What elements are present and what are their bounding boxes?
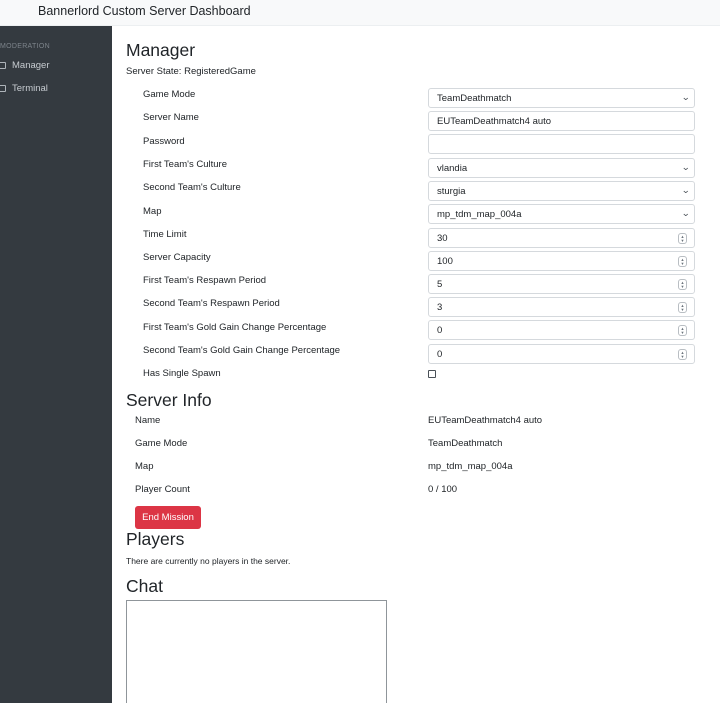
time-limit-label: Time Limit bbox=[143, 229, 187, 240]
sidebar: MODERATION Manager Terminal bbox=[0, 26, 112, 703]
info-game-mode-label: Game Mode bbox=[135, 438, 188, 449]
sidebar-item-label: Manager bbox=[12, 59, 50, 71]
players-empty-message: There are currently no players in the se… bbox=[126, 556, 291, 566]
chat-textarea[interactable] bbox=[126, 600, 387, 703]
info-game-mode-value: TeamDeathmatch bbox=[428, 438, 503, 449]
chevron-down-icon: ⌄ bbox=[681, 92, 691, 102]
spinner-icon[interactable]: ▲ ▼ bbox=[678, 302, 687, 313]
single-spawn-checkbox[interactable] bbox=[428, 370, 436, 378]
second-team-culture-label: Second Team's Culture bbox=[143, 182, 241, 193]
server-capacity-label: Server Capacity bbox=[143, 252, 211, 263]
sidebar-heading: MODERATION bbox=[0, 43, 50, 50]
chevron-down-icon: ⌄ bbox=[681, 208, 691, 218]
chevron-down-icon: ⌄ bbox=[681, 162, 691, 172]
sidebar-item-terminal[interactable]: Terminal bbox=[0, 80, 48, 96]
server-info-title: Server Info bbox=[126, 390, 212, 410]
info-name-value: EUTeamDeathmatch4 auto bbox=[428, 415, 543, 426]
sidebar-item-label: Terminal bbox=[12, 82, 48, 94]
app-title[interactable]: Bannerlord Custom Server Dashboard bbox=[38, 4, 251, 18]
time-limit-input[interactable]: 30 ▲ ▼ bbox=[428, 228, 695, 248]
info-player-count-label: Player Count bbox=[135, 484, 190, 495]
server-state-value: RegisteredGame bbox=[184, 66, 256, 77]
first-team-gold-label: First Team's Gold Gain Change Percentage bbox=[143, 322, 327, 333]
manager-title: Manager bbox=[126, 40, 196, 60]
second-team-respawn-label: Second Team's Respawn Period bbox=[143, 298, 280, 309]
server-capacity-input[interactable]: 100 ▲ ▼ bbox=[428, 251, 695, 271]
chat-title: Chat bbox=[126, 576, 163, 596]
first-team-culture-label: First Team's Culture bbox=[143, 159, 227, 170]
game-mode-label: Game Mode bbox=[143, 89, 196, 100]
second-team-gold-input[interactable]: 0 ▲ ▼ bbox=[428, 344, 695, 364]
square-icon bbox=[0, 61, 6, 69]
spinner-icon[interactable]: ▲ ▼ bbox=[678, 325, 687, 336]
square-icon bbox=[0, 84, 6, 92]
server-state: Server State: RegisteredGame bbox=[126, 66, 256, 77]
map-label: Map bbox=[143, 206, 162, 217]
map-select[interactable]: mp_tdm_map_004a ⌄ bbox=[428, 204, 695, 224]
game-mode-select[interactable]: TeamDeathmatch ⌄ bbox=[428, 88, 695, 108]
first-team-respawn-label: First Team's Respawn Period bbox=[143, 275, 267, 286]
spinner-icon[interactable]: ▲ ▼ bbox=[678, 279, 687, 290]
spinner-icon[interactable]: ▲ ▼ bbox=[678, 233, 687, 244]
password-label: Password bbox=[143, 136, 185, 147]
end-mission-button[interactable]: End Mission bbox=[135, 506, 201, 529]
first-team-gold-input[interactable]: 0 ▲ ▼ bbox=[428, 320, 695, 340]
spinner-icon[interactable]: ▲ ▼ bbox=[678, 256, 687, 267]
first-team-respawn-input[interactable]: 5 ▲ ▼ bbox=[428, 274, 695, 294]
spinner-icon[interactable]: ▲ ▼ bbox=[678, 349, 687, 360]
password-input[interactable] bbox=[428, 134, 695, 154]
server-name-label: Server Name bbox=[143, 112, 199, 123]
second-team-culture-select[interactable]: sturgia ⌄ bbox=[428, 181, 695, 201]
chevron-down-icon: ⌄ bbox=[681, 185, 691, 195]
second-team-respawn-input[interactable]: 3 ▲ ▼ bbox=[428, 297, 695, 317]
first-team-culture-select[interactable]: vlandia ⌄ bbox=[428, 158, 695, 178]
info-map-value: mp_tdm_map_004a bbox=[428, 461, 513, 472]
server-name-input[interactable]: EUTeamDeathmatch4 auto bbox=[428, 111, 695, 131]
top-navbar: Bannerlord Custom Server Dashboard bbox=[0, 0, 720, 26]
second-team-gold-label: Second Team's Gold Gain Change Percentag… bbox=[143, 345, 341, 356]
players-title: Players bbox=[126, 529, 185, 549]
info-player-count-value: 0 / 100 bbox=[428, 484, 458, 495]
single-spawn-label: Has Single Spawn bbox=[143, 368, 221, 379]
sidebar-item-manager[interactable]: Manager bbox=[0, 57, 50, 73]
server-state-label: Server State: bbox=[126, 66, 182, 77]
info-map-label: Map bbox=[135, 461, 154, 472]
info-name-label: Name bbox=[135, 415, 161, 426]
